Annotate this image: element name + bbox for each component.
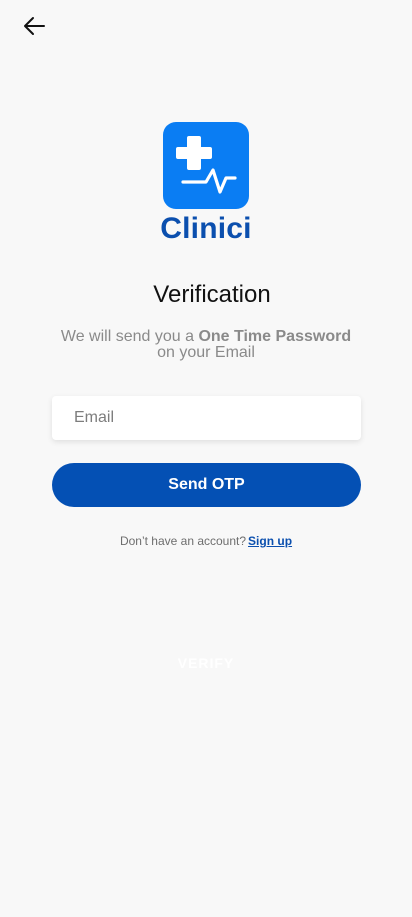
arrow-left-icon	[24, 17, 45, 35]
verification-subtitle: We will send you a One Time Password on …	[0, 329, 412, 361]
medical-cross-heartbeat-icon	[163, 122, 249, 209]
signup-prompt: Don’t have an account? Sign up	[0, 533, 412, 549]
subtitle-prefix: We will send you a	[60, 328, 199, 345]
email-field-container[interactable]	[52, 396, 361, 440]
subtitle-highlight: One Time Password	[198, 328, 352, 345]
brand-logo: Clinici	[0, 122, 412, 247]
page-title: Verification	[153, 281, 271, 308]
email-field[interactable]	[52, 396, 361, 440]
back-button[interactable]	[18, 12, 50, 40]
subtitle-suffix: on your Email	[157, 344, 255, 361]
signup-prompt-text: Don’t have an account?	[119, 534, 247, 548]
verify-button[interactable]: VERIFY	[0, 655, 412, 671]
brand-name: Clinici	[160, 212, 252, 245]
sign-up-link[interactable]: Sign up	[248, 534, 292, 548]
send-otp-button[interactable]: Send OTP	[52, 463, 361, 507]
